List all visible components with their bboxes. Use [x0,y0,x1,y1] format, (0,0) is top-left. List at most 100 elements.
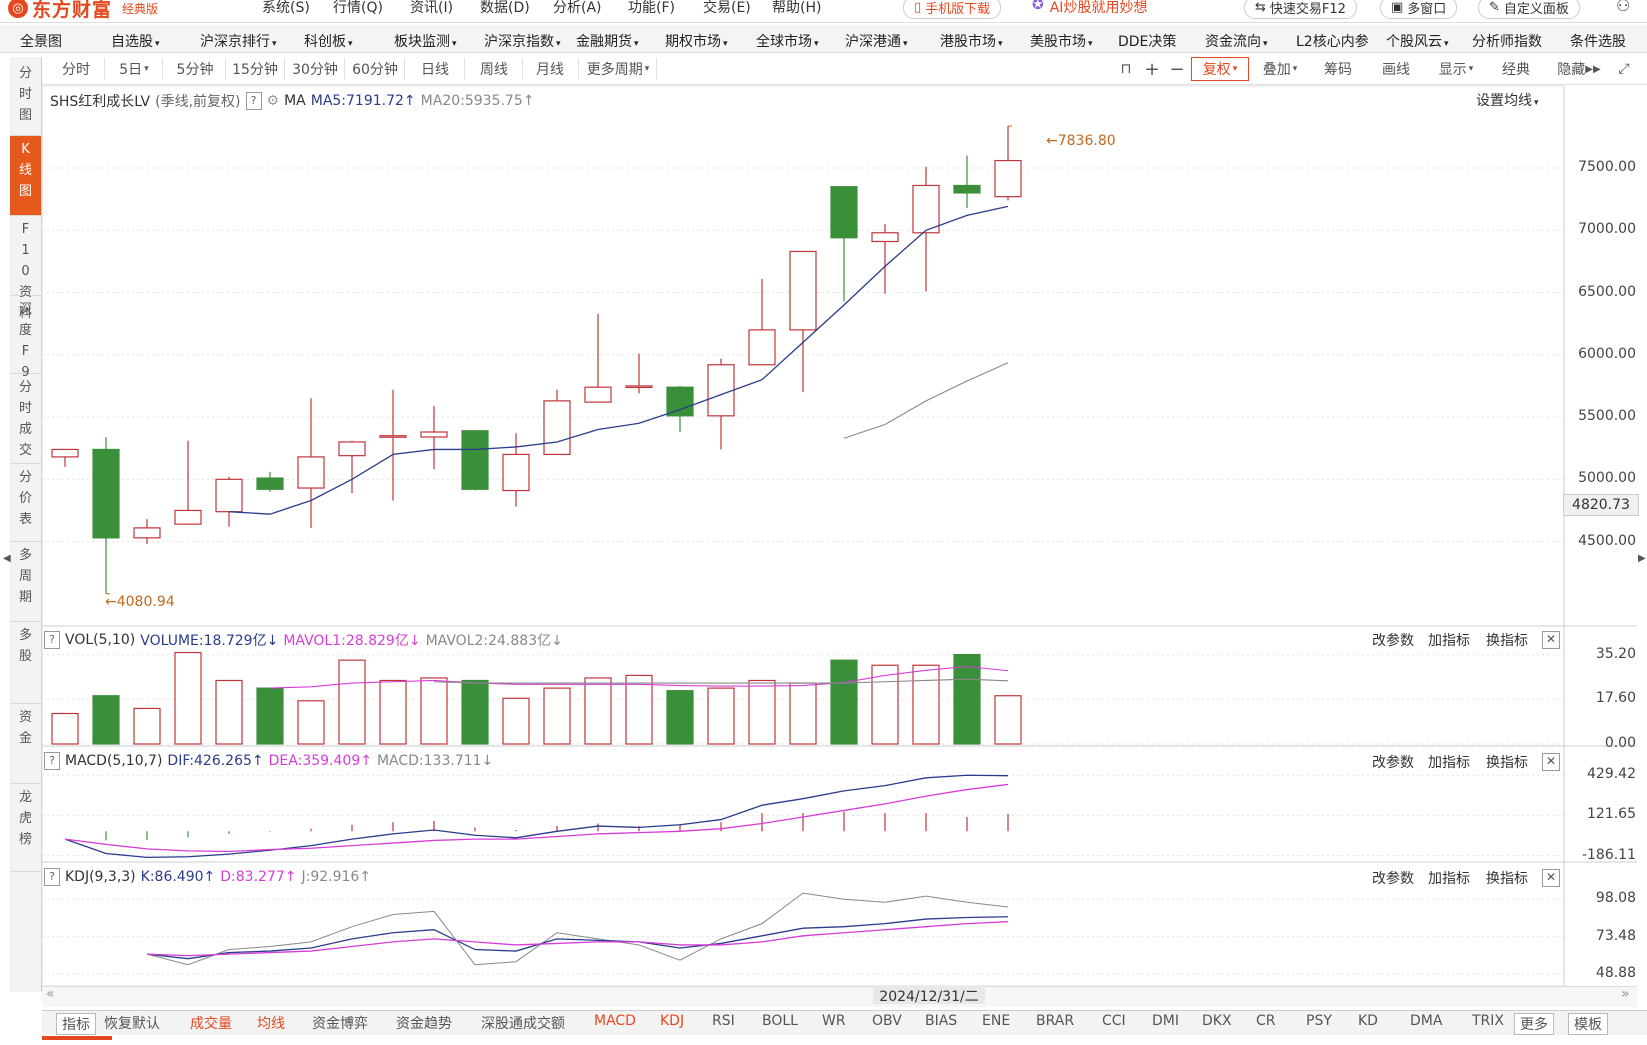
indicator-tab[interactable]: KD [1358,1013,1378,1029]
indicator-tab[interactable]: 模板 [1568,1013,1608,1035]
volume-bar [133,707,161,745]
panel-action-add[interactable]: 加指标 [1428,868,1470,888]
panel-action-edit[interactable]: 改参数 [1372,630,1414,650]
kdj-axis-label: 98.08 [1595,890,1636,907]
indicator-tab[interactable]: 资金趋势 [396,1013,452,1033]
indicator-tab[interactable]: 成交量 [190,1013,232,1033]
scroll-right-icon[interactable]: » [1621,986,1630,1002]
volume-bar [748,679,776,745]
indicator-tab[interactable]: 均线 [257,1013,285,1033]
set-ma-dropdown[interactable]: 设置均线 ▾ [1476,90,1539,110]
panel-action-add[interactable]: 加指标 [1428,752,1470,772]
indicator-tab[interactable]: 更多 [1514,1013,1554,1035]
indicator-tab[interactable]: CCI [1102,1013,1126,1029]
vol-legend: ? VOL(5,10) VOLUME:18.729亿↓ MAVOL1:28.82… [44,630,563,650]
indicator-tab[interactable]: BIAS [925,1013,957,1029]
ma5-line [228,205,1009,515]
help-icon[interactable]: ? [245,92,262,110]
indicator-tab[interactable]: TRIX [1472,1013,1504,1029]
indicator-tab[interactable]: DKX [1202,1013,1232,1029]
indicator-tab[interactable]: ENE [982,1013,1010,1029]
indicator-tab[interactable]: RSI [712,1013,735,1029]
candle-body [256,477,284,490]
candle-body [830,186,858,239]
dif-value: DIF:426.265↑ [167,753,264,769]
high-price-label: ←7836.80 [1046,133,1116,149]
price-axis-label: 7000.00 [1578,221,1636,238]
candle-body [502,453,530,492]
price-axis-label: 5000.00 [1578,470,1636,487]
volume-bar [912,664,940,745]
volume-bar [174,651,202,745]
dea-value: DEA:359.409↑ [268,753,372,769]
indicator-tab[interactable]: WR [822,1013,846,1029]
indicator-tab[interactable]: OBV [872,1013,902,1029]
ma20-line [843,362,1009,439]
dif-line [64,774,1009,859]
volume-bar [51,712,79,745]
volume-value: VOLUME:18.729亿↓ [140,633,279,649]
help-icon[interactable]: ? [44,752,60,770]
panel-action-add[interactable]: 加指标 [1428,630,1470,650]
candle-body [543,400,571,456]
indicator-tab[interactable]: DMI [1152,1013,1179,1029]
indicator-tab[interactable]: BRAR [1036,1013,1074,1029]
mavol2-value: MAVOL2:24.883亿↓ [425,633,563,649]
vol-axis-label: 0.00 [1604,735,1636,751]
volume-bar [584,677,612,745]
ma20-value: MA20:5935.75↑ [420,93,535,109]
vol-title: VOL(5,10) [65,632,136,648]
candle-body [912,184,940,234]
panel-action-edit[interactable]: 改参数 [1372,868,1414,888]
k-value: K:86.490↑ [140,869,216,885]
macd-value: MACD:133.711↓ [376,753,494,769]
candle-body [707,364,735,417]
cursor-price-label: 4820.73 [1563,494,1639,516]
panel-action-swap[interactable]: 换指标 [1486,752,1528,772]
candle-body [789,250,817,331]
panel-action-edit[interactable]: 改参数 [1372,752,1414,772]
volume-bar [707,687,735,745]
macd-title: MACD(5,10,7) [65,753,163,769]
indicator-tab[interactable]: 资金博弈 [312,1013,368,1033]
candle-body [379,435,407,438]
candle-body [994,159,1022,198]
candle-body [51,448,79,458]
candle-body [625,385,653,389]
candle-body [133,527,161,539]
indicator-tab[interactable]: 深股通成交额 [481,1013,565,1033]
chart-frame [41,85,1565,987]
ma-label: MA [284,93,306,109]
indicator-tab[interactable]: DMA [1410,1013,1442,1029]
indicator-tab[interactable]: BOLL [762,1013,798,1029]
low-price-label: ←4080.94 [105,594,175,610]
stock-name: SHS红利成长LV [50,94,151,110]
volume-bar [256,687,284,745]
scroll-left-icon[interactable]: « [46,986,55,1002]
help-icon[interactable]: ? [44,631,60,649]
indicator-tab[interactable]: 指标 [56,1013,96,1035]
candle-body [92,448,120,539]
volume-bar [297,700,325,745]
panel-action-swap[interactable]: 换指标 [1486,630,1528,650]
close-panel-icon[interactable]: ✕ [1542,869,1560,887]
indicator-tab[interactable]: PSY [1306,1013,1332,1029]
settings-gear-icon[interactable]: ⚙ [267,93,280,109]
mavol1-value: MAVOL1:28.829亿↓ [283,633,421,649]
indicator-tab[interactable]: CR [1256,1013,1276,1029]
candle-body [584,386,612,403]
help-icon[interactable]: ? [44,868,60,886]
panel-action-swap[interactable]: 换指标 [1486,868,1528,888]
indicator-tab[interactable]: KDJ [660,1013,684,1029]
date-strip [42,986,1637,1007]
date-cursor-label: 2024/12/31/二 [873,986,985,1005]
d-value: D:83.277↑ [220,869,297,885]
indicator-tab[interactable]: 恢复默认 [104,1013,160,1033]
indicator-tab[interactable]: MACD [594,1013,636,1029]
kline-chart[interactable] [0,0,1647,1045]
volume-bar [666,690,694,745]
scroll-thumb[interactable] [42,1036,112,1040]
candle-body [338,441,366,457]
macd-axis-label: 429.42 [1587,766,1636,783]
j-line [146,892,1009,966]
